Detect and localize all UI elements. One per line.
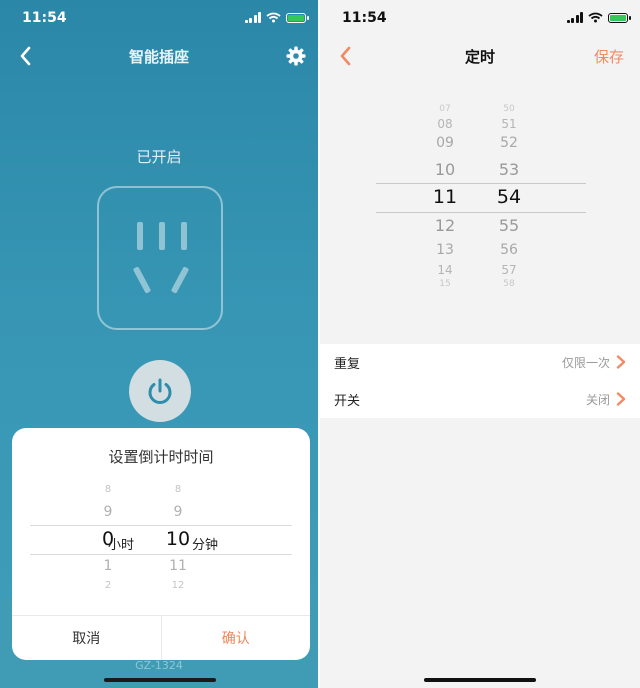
picker-option: 1 <box>103 558 113 574</box>
battery-icon <box>608 12 631 23</box>
page-title: 定时 <box>464 48 495 66</box>
chevron-right-icon <box>616 392 626 406</box>
home-indicator <box>104 678 216 682</box>
hours-wheel[interactable]: 07 08 09 10 11 12 13 14 15 <box>420 98 470 298</box>
battery-icon <box>286 12 309 23</box>
picker-option: 58 <box>503 279 515 289</box>
nav-bar: 智能插座 <box>0 40 318 72</box>
status-bar: 11:54 <box>320 0 640 36</box>
dialog-title: 设置倒计时时间 <box>108 448 214 466</box>
picker-option: 50 <box>503 104 515 114</box>
picker-option: 53 <box>498 160 520 179</box>
picker-option: 9 <box>103 504 113 520</box>
switch-action-value: 关闭 <box>585 393 610 407</box>
repeat-value: 仅限一次 <box>561 356 610 370</box>
minutes-unit-label: 分钟 <box>192 538 219 553</box>
socket-state-label: 已开启 <box>136 148 182 166</box>
timer-settings-list: 重复 仅限一次 开关 关闭 <box>320 344 640 418</box>
wifi-icon <box>266 12 281 23</box>
picker-option: 55 <box>498 216 520 235</box>
smart-socket-screen: 11:54 智能插座 已开启 GZ-1324 设置倒计时时间 8 9 0 1 2… <box>0 0 318 688</box>
picker-option: 51 <box>501 117 517 131</box>
picker-option: 2 <box>104 580 112 591</box>
picker-option: 15 <box>439 279 451 289</box>
picker-option: 56 <box>500 242 518 258</box>
status-bar: 11:54 <box>0 0 318 36</box>
page-title: 智能插座 <box>128 48 189 66</box>
socket-icon <box>97 186 223 330</box>
picker-option: 07 <box>439 104 451 114</box>
wifi-icon <box>588 12 603 23</box>
status-time: 11:54 <box>22 10 67 26</box>
chevron-right-icon <box>616 355 626 369</box>
repeat-row[interactable]: 重复 仅限一次 <box>320 344 640 381</box>
confirm-button[interactable]: 确认 <box>162 616 311 660</box>
signal-icon <box>244 12 261 23</box>
picker-selected-value: 54 <box>496 186 522 208</box>
picker-option: 08 <box>437 117 453 131</box>
switch-action-label: 开关 <box>334 394 361 409</box>
picker-option: 12 <box>434 216 456 235</box>
cancel-button[interactable]: 取消 <box>12 616 162 660</box>
picker-option: 52 <box>500 135 518 151</box>
save-button[interactable]: 保存 <box>594 46 624 67</box>
switch-action-row[interactable]: 开关 关闭 <box>320 381 640 418</box>
power-button[interactable] <box>129 360 191 422</box>
power-icon <box>148 378 172 404</box>
picker-option: 8 <box>104 484 112 495</box>
status-time: 11:54 <box>342 10 387 26</box>
signal-icon <box>566 12 583 23</box>
picker-option: 13 <box>436 242 454 258</box>
countdown-picker[interactable]: 8 9 0 1 2 小时 8 9 10 11 12 分钟 <box>12 478 310 608</box>
picker-selection-band <box>376 183 586 213</box>
countdown-dialog: 设置倒计时时间 8 9 0 1 2 小时 8 9 10 11 12 分钟 取消 … <box>12 428 310 660</box>
picker-option: 9 <box>173 504 183 520</box>
picker-option: 10 <box>434 160 456 179</box>
nav-bar: 定时 保存 <box>320 40 640 72</box>
picker-selected-value: 11 <box>432 186 458 208</box>
gear-icon[interactable] <box>284 44 308 68</box>
picker-option: 09 <box>436 135 454 151</box>
home-indicator <box>424 678 536 682</box>
hours-unit-label: 小时 <box>108 538 135 553</box>
device-model-label: GZ-1324 <box>135 659 183 672</box>
picker-option: 8 <box>174 484 182 495</box>
picker-option: 12 <box>171 580 185 591</box>
minutes-wheel[interactable]: 50 51 52 53 54 55 56 57 58 <box>484 98 534 298</box>
picker-option: 57 <box>501 263 517 277</box>
timer-screen: 11:54 定时 保存 07 08 09 10 11 12 13 14 15 5… <box>320 0 640 688</box>
picker-option: 11 <box>169 558 187 574</box>
picker-option: 14 <box>437 263 453 277</box>
repeat-label: 重复 <box>334 357 361 372</box>
time-picker[interactable]: 07 08 09 10 11 12 13 14 15 50 51 52 53 5… <box>320 98 640 298</box>
